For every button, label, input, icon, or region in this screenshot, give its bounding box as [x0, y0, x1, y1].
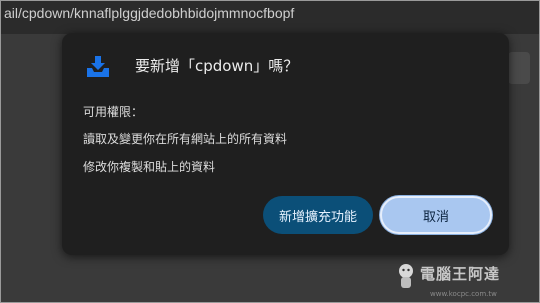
window-border — [0, 0, 540, 303]
